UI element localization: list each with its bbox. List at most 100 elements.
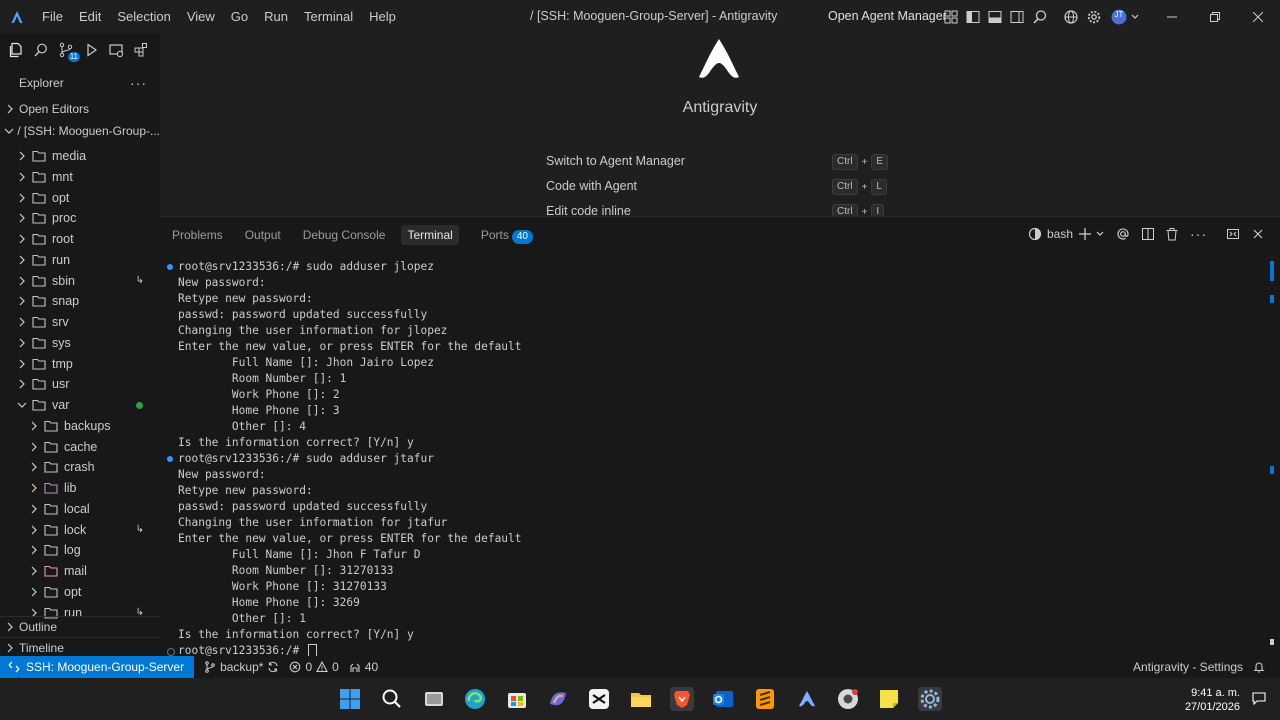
terminal-output[interactable]: root@srv1233536:/# sudo adduser jlopez Ne… xyxy=(160,257,1265,658)
open-editors-section[interactable]: Open Editors xyxy=(0,99,160,119)
tree-item[interactable]: proc xyxy=(0,208,160,228)
tree-item[interactable]: backups xyxy=(0,416,160,436)
chevron-down-icon[interactable] xyxy=(1129,9,1145,25)
timeline-section[interactable]: Timeline xyxy=(0,637,160,656)
toggle-panel-icon[interactable] xyxy=(987,9,1003,25)
sublime-text-icon[interactable] xyxy=(753,687,777,711)
menu-selection[interactable]: Selection xyxy=(109,0,178,33)
menu-go[interactable]: Go xyxy=(223,0,256,33)
remote-explorer-icon[interactable] xyxy=(104,38,128,62)
tree-item[interactable]: opt xyxy=(0,582,160,602)
remote-indicator-button[interactable]: SSH: Mooguen-Group-Server xyxy=(0,656,195,678)
open-agent-manager-button[interactable]: Open Agent Manager xyxy=(828,0,947,33)
ports-status[interactable]: 40 xyxy=(349,660,378,674)
edge-browser-icon[interactable] xyxy=(463,687,487,711)
toggle-secondary-sidebar-icon[interactable] xyxy=(1009,9,1025,25)
tree-item[interactable]: sbin ↳ xyxy=(0,271,160,291)
terminal-scrollbar[interactable] xyxy=(1270,261,1274,645)
tree-item[interactable]: lock ↳ xyxy=(0,520,160,540)
chrome-icon[interactable] xyxy=(836,687,860,711)
tree-item[interactable]: root xyxy=(0,229,160,249)
more-actions-icon[interactable]: ··· xyxy=(1190,226,1207,242)
tree-item[interactable]: log xyxy=(0,540,160,560)
tab-debug-console[interactable]: Debug Console xyxy=(303,225,386,245)
tree-item[interactable]: run xyxy=(0,250,160,270)
tree-item[interactable]: mail xyxy=(0,561,160,581)
tree-item[interactable]: sys xyxy=(0,333,160,353)
tree-item[interactable]: srv xyxy=(0,312,160,332)
settings-status[interactable]: Antigravity - Settings xyxy=(1133,656,1243,678)
outline-section[interactable]: Outline xyxy=(0,616,160,637)
search-icon[interactable] xyxy=(380,687,404,711)
trash-icon[interactable] xyxy=(1165,226,1179,242)
outlook-icon[interactable] xyxy=(711,687,735,711)
search-icon[interactable] xyxy=(29,38,53,62)
tree-item[interactable]: cache xyxy=(0,437,160,457)
tab-output[interactable]: Output xyxy=(245,225,281,245)
run-debug-icon[interactable] xyxy=(79,38,103,62)
tab-problems[interactable]: Problems xyxy=(172,225,223,245)
restore-button[interactable] xyxy=(1193,0,1237,33)
system-clock[interactable]: 9:41 a. m. 27/01/2026 xyxy=(1185,686,1240,714)
menu-file[interactable]: File xyxy=(34,0,71,33)
tree-item[interactable]: tmp xyxy=(0,354,160,374)
tree-item[interactable]: var xyxy=(0,395,160,415)
source-control-icon[interactable]: 11 xyxy=(54,38,80,62)
settings-app-icon[interactable] xyxy=(918,687,942,711)
problems-status[interactable]: 0 0 xyxy=(289,660,339,674)
notifications-bell-icon[interactable] xyxy=(1253,661,1265,673)
layout-grid-icon[interactable] xyxy=(943,9,959,25)
file-explorer-icon[interactable] xyxy=(629,687,653,711)
globe-icon[interactable] xyxy=(1063,9,1079,25)
sticky-notes-icon[interactable] xyxy=(877,687,901,711)
task-view-icon[interactable] xyxy=(422,687,446,711)
extensions-icon[interactable] xyxy=(129,38,153,62)
antigravity-app-icon[interactable] xyxy=(795,687,819,711)
capcut-icon[interactable] xyxy=(587,687,611,711)
split-terminal-icon[interactable] xyxy=(1141,226,1155,242)
shortcut-row[interactable]: Switch to Agent Manager Ctrl + E xyxy=(546,154,896,174)
maximize-panel-icon[interactable] xyxy=(1226,226,1240,242)
menu-view[interactable]: View xyxy=(179,0,223,33)
gear-icon[interactable] xyxy=(1086,9,1102,25)
search-icon[interactable] xyxy=(1032,9,1048,25)
new-terminal-icon[interactable] xyxy=(1078,226,1092,242)
command-decoration-dot[interactable] xyxy=(167,264,173,270)
menu-run[interactable]: Run xyxy=(256,0,296,33)
workspace-root-section[interactable]: / [SSH: Mooguen-Group-... xyxy=(0,121,160,141)
close-panel-icon[interactable] xyxy=(1252,226,1264,242)
shortcut-row[interactable]: Code with Agent Ctrl + L xyxy=(546,179,896,199)
tree-item[interactable]: usr xyxy=(0,374,160,394)
branch-status[interactable]: backup* xyxy=(204,660,279,674)
at-mention-icon[interactable] xyxy=(1116,226,1130,242)
copilot-icon[interactable] xyxy=(546,687,570,711)
tab-terminal[interactable]: Terminal xyxy=(401,225,459,245)
tree-item[interactable]: local xyxy=(0,499,160,519)
brave-browser-icon[interactable] xyxy=(670,687,694,711)
menu-help[interactable]: Help xyxy=(361,0,404,33)
tree-item[interactable]: media xyxy=(0,146,160,166)
tree-item[interactable]: mnt xyxy=(0,167,160,187)
menu-edit[interactable]: Edit xyxy=(71,0,109,33)
tree-item[interactable]: lib xyxy=(0,478,160,498)
files-icon[interactable] xyxy=(4,38,28,62)
shortcut-row[interactable]: Edit code inline Ctrl + I xyxy=(546,204,896,216)
sync-icon[interactable] xyxy=(267,661,279,673)
menu-terminal[interactable]: Terminal xyxy=(296,0,361,33)
more-actions-button[interactable]: ··· xyxy=(130,75,147,91)
store-icon[interactable] xyxy=(505,687,529,711)
tab-ports[interactable]: Ports 40 xyxy=(481,225,533,245)
terminal-shell-selector[interactable]: bash xyxy=(1028,226,1073,242)
notification-center-icon[interactable] xyxy=(1252,691,1266,705)
chevron-down-icon[interactable] xyxy=(1095,226,1105,242)
tree-item[interactable]: crash xyxy=(0,457,160,477)
start-button-icon[interactable] xyxy=(338,687,362,711)
close-button[interactable] xyxy=(1236,0,1280,33)
antigravity-logo-icon[interactable] xyxy=(0,0,34,33)
minimize-button[interactable] xyxy=(1150,0,1194,33)
toggle-primary-sidebar-icon[interactable] xyxy=(965,9,981,25)
tree-item[interactable]: snap xyxy=(0,291,160,311)
command-decoration-dot[interactable] xyxy=(167,648,175,656)
command-decoration-dot[interactable] xyxy=(167,456,173,462)
tree-item[interactable]: opt xyxy=(0,188,160,208)
